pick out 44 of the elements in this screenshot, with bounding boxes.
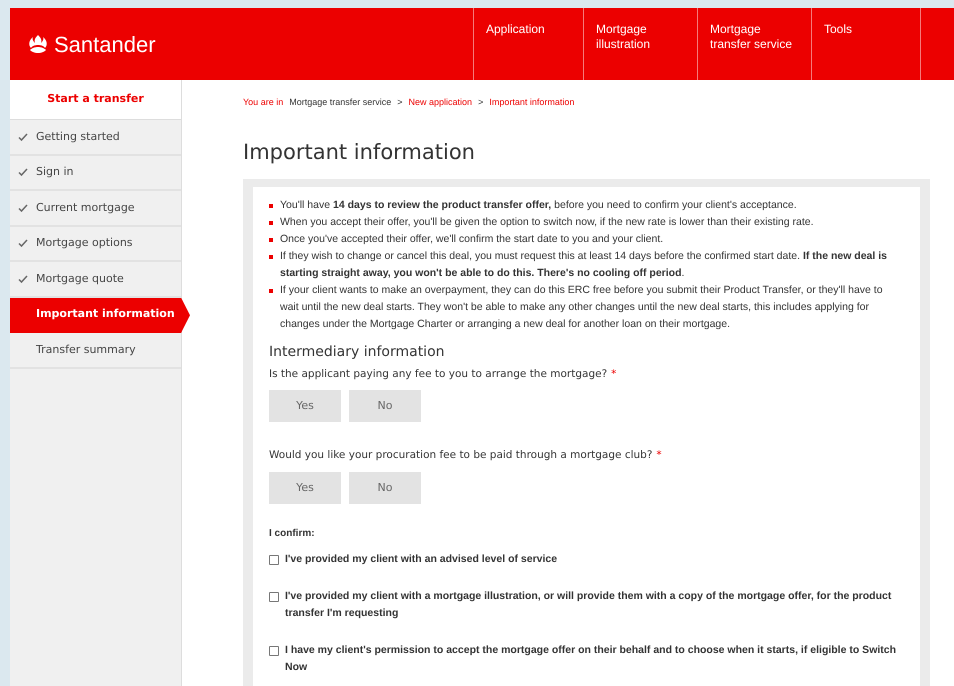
nav-link[interactable]: Mortgage illustration: [583, 8, 697, 80]
confirm-label: I confirm:: [269, 527, 316, 542]
breadcrumb-link[interactable]: Important information: [489, 96, 574, 110]
flame-logo-icon: [28, 34, 48, 54]
nav-link[interactable]: Application: [473, 8, 583, 80]
bullet-text: If your client wants to make an overpayment, they can do this ERC free before you submit their Product Transfer, or they'll have to wait until the new deal starts. They won't be able to make any other changes until the new deal starts, this includes applying for changes under the Mortgage Charter or arranging a new deal for another loan on their mortgage.: [280, 282, 884, 332]
sidebar-step[interactable]: Transfer summary: [10, 333, 181, 368]
option-button[interactable]: Yes: [269, 472, 341, 504]
option-button[interactable]: Yes: [269, 390, 341, 422]
sidebar-step[interactable]: Current mortgage: [10, 191, 181, 226]
checkbox[interactable]: [269, 592, 279, 602]
bullet-icon: [269, 238, 273, 242]
breadcrumb-separator: >: [478, 96, 484, 109]
sidebar-step[interactable]: Mortgage options: [10, 226, 181, 262]
checkbox-label: I've provided my client with a mortgage illustration, or will provide them with a copy of the mortgage offer, for the product transfer I'm requesting: [285, 589, 892, 622]
bullet-text: Once you've accepted their offer, we'll confirm the start date to you and your client.: [280, 232, 664, 247]
nav-link[interactable]: Mortgage transfer service: [697, 8, 811, 80]
breadcrumb-link[interactable]: New application: [408, 96, 472, 110]
sidebar-step[interactable]: Sign in: [10, 156, 181, 191]
sidebar-title: Start a transfer: [10, 80, 181, 120]
question-label: Is the applicant paying any fee to you to arrange the mortgage? *: [269, 366, 618, 382]
question-label: Would you like your procuration fee to be paid through a mortgage club? *: [269, 448, 663, 464]
section-heading: Intermediary information: [269, 342, 446, 362]
breadcrumb-label: You are in: [243, 96, 284, 109]
checkbox-label: I've provided my client with an advised level of service: [285, 552, 558, 568]
sidebar-step[interactable]: Getting started: [10, 120, 181, 156]
bullet-text: You'll have 14 days to review the product transfer offer, before you need to confirm your client's acceptance.: [280, 198, 797, 213]
bullet-icon: [269, 204, 273, 208]
sidebar-step[interactable]: Important information: [10, 298, 190, 333]
bullet-text: If they wish to change or cancel this deal, you must request this at least 14 days before the confirmed start date. If the new deal is starting straight away, you won't be able to do this. There's no cooling off period.: [280, 248, 888, 281]
breadcrumb-item: Mortgage transfer service: [289, 96, 392, 109]
option-button[interactable]: No: [349, 472, 421, 504]
bullet-text: When you accept their offer, you'll be given the option to switch now, if the new rate is lower than their existing rate.: [280, 214, 814, 230]
checkbox-label: I have my client's permission to accept the mortgage offer on their behalf and to choose when it starts, if eligible to Switch Now: [285, 643, 898, 676]
page-title: Important information: [243, 140, 476, 165]
bullet-icon: [269, 254, 273, 259]
checkbox[interactable]: [269, 646, 279, 656]
breadcrumb-separator: >: [397, 96, 403, 109]
checkbox[interactable]: [269, 555, 279, 566]
bullet-icon: [269, 288, 273, 293]
nav-link[interactable]: Tools: [811, 8, 921, 80]
brand-name: Santander: [54, 30, 156, 58]
option-button[interactable]: No: [349, 390, 421, 422]
bullet-icon: [269, 220, 273, 225]
